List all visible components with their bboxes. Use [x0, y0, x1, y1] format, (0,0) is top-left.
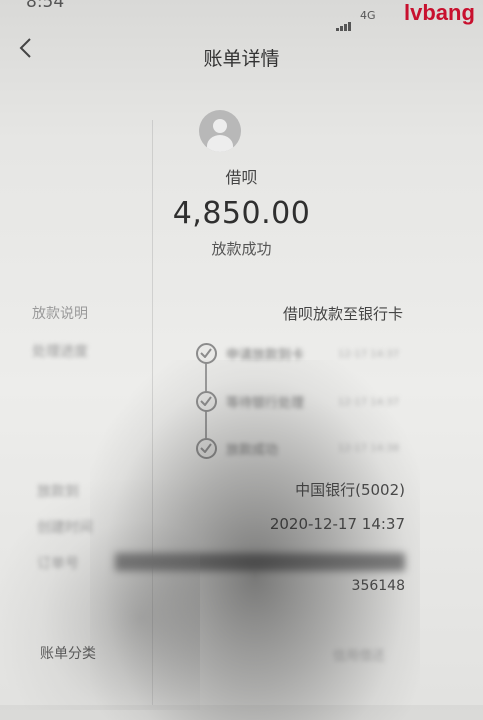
order-number-redacted	[115, 553, 405, 571]
status-time: 8:54	[26, 0, 65, 12]
step-2-text: 等待银行处理	[226, 396, 305, 411]
page-title: 账单详情	[203, 48, 280, 70]
create-time-value: 2020-12-17 14:37	[269, 515, 405, 533]
order-label: 订单号	[37, 556, 79, 572]
progress-label: 处理进度	[32, 344, 88, 360]
step-2-time: 12-17 14:37	[338, 397, 400, 408]
account-label: 放款到	[37, 484, 79, 500]
bill-status: 放款成功	[211, 240, 272, 258]
desc-label: 放款说明	[32, 306, 88, 322]
photo-shadow	[0, 480, 200, 710]
photo-shadow	[90, 360, 420, 720]
step-3-time: 12-17 14:38	[338, 443, 400, 454]
user-icon	[213, 119, 227, 133]
merchant-name: 借呗	[225, 168, 258, 187]
desc-value: 借呗放款至银行卡	[282, 305, 403, 323]
signal-icon	[336, 12, 354, 31]
category-label: 账单分类	[40, 646, 96, 662]
check-icon	[196, 438, 217, 459]
network-label: 4G	[360, 9, 376, 22]
check-icon	[196, 391, 217, 412]
bill-amount: 4,850.00	[172, 196, 311, 231]
create-time-label: 创建时间	[37, 520, 93, 536]
merchant-avatar	[199, 110, 241, 152]
watermark-logo: lvbang	[404, 0, 475, 25]
step-3-text: 放款成功	[226, 443, 279, 458]
check-icon	[196, 343, 217, 364]
category-value[interactable]: 信用借还	[333, 645, 385, 664]
order-number-suffix: 356148	[351, 578, 405, 594]
step-1-text: 申请放款到卡	[226, 348, 305, 363]
account-value: 中国银行(5002)	[295, 481, 405, 499]
step-1-time: 12-17 14:37	[338, 349, 400, 360]
